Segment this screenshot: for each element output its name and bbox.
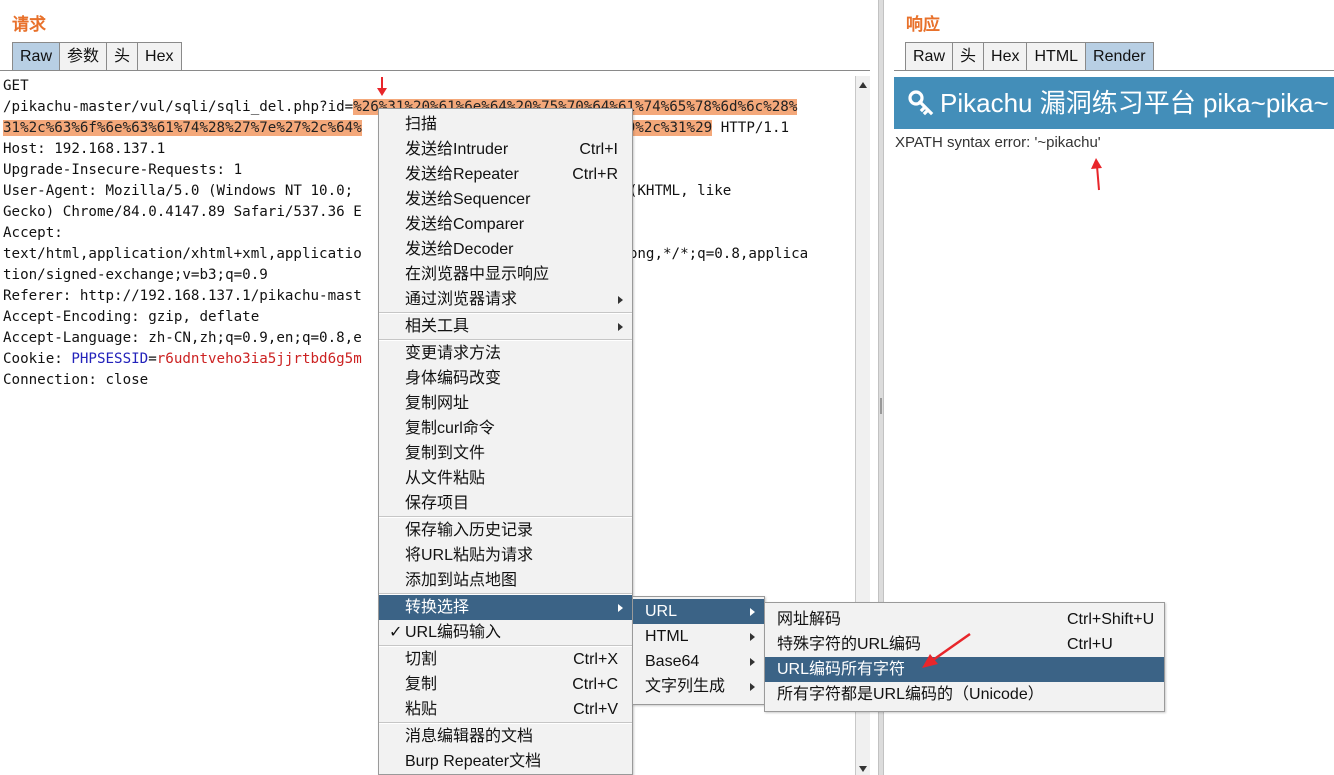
request-line-host: Host: 192.168.137.1 xyxy=(3,141,166,157)
menu-item-repeater-docs[interactable]: Burp Repeater文档 xyxy=(379,749,632,774)
request-tab-underline xyxy=(0,70,870,71)
banner-title: Pikachu 漏洞练习平台 pika~pika~ xyxy=(940,88,1329,118)
response-tab-render[interactable]: Render xyxy=(1085,42,1154,71)
url-item-encode-all-unicode[interactable]: 所有字符都是URL编码的（Unicode） xyxy=(765,682,1164,707)
menu-item-send-repeater[interactable]: 发送给Repeater Ctrl+R xyxy=(379,162,632,187)
scroll-up-icon[interactable] xyxy=(859,82,867,88)
chevron-right-icon xyxy=(750,608,755,616)
menu-item-url-encode-as-type[interactable]: ✓ URL编码输入 xyxy=(379,620,632,645)
menu-item-paste-url-as-request[interactable]: 将URL粘贴为请求 xyxy=(379,543,632,568)
menu-item-copy[interactable]: 复制 Ctrl+C xyxy=(379,672,632,697)
response-tab-headers[interactable]: 头 xyxy=(952,42,985,71)
render-banner: Pikachu 漏洞练习平台 pika~pika~ xyxy=(894,77,1334,129)
convert-submenu: URL HTML Base64 文字列生成 xyxy=(632,596,765,705)
url-item-decode[interactable]: 网址解码 Ctrl+Shift+U xyxy=(765,607,1164,632)
submenu-item-construct-string[interactable]: 文字列生成 xyxy=(633,674,764,699)
chevron-right-icon xyxy=(618,604,623,612)
request-line-gecko: Gecko) Chrome/84.0.4147.89 Safari/537.36… xyxy=(3,204,362,220)
chevron-right-icon xyxy=(618,323,623,331)
menu-item-save-item[interactable]: 保存项目 xyxy=(379,491,632,516)
response-tab-raw[interactable]: Raw xyxy=(905,42,954,71)
chevron-right-icon xyxy=(750,683,755,691)
annotation-arrow-request xyxy=(377,77,387,96)
request-line-accept: Accept: xyxy=(3,225,63,241)
menu-item-paste[interactable]: 粘贴 Ctrl+V xyxy=(379,697,632,722)
request-line-upgrade: Upgrade-Insecure-Requests: 1 xyxy=(3,162,243,178)
key-icon xyxy=(908,90,934,116)
menu-item-copy-to-file[interactable]: 复制到文件 xyxy=(379,441,632,466)
menu-item-show-in-browser[interactable]: 在浏览器中显示响应 xyxy=(379,262,632,287)
annotation-arrow-response xyxy=(1091,158,1102,191)
response-pane-title: 响应 xyxy=(906,15,940,35)
request-tabs: Raw 参数 头 Hex xyxy=(12,42,182,71)
submenu-item-html[interactable]: HTML xyxy=(633,624,764,649)
response-tab-html[interactable]: HTML xyxy=(1026,42,1087,71)
request-tab-raw[interactable]: Raw xyxy=(12,42,61,71)
request-line-connection: Connection: close xyxy=(3,372,149,388)
menu-item-change-method[interactable]: 变更请求方法 xyxy=(379,341,632,366)
menu-item-save-history[interactable]: 保存输入历史记录 xyxy=(379,518,632,543)
submenu-item-url[interactable]: URL xyxy=(633,599,764,624)
request-line-referer: Referer: http://192.168.137.1/pikachu-ma… xyxy=(3,288,362,304)
checkmark-icon: ✓ xyxy=(389,624,403,641)
request-line-encoding: Accept-Encoding: gzip, deflate xyxy=(3,309,260,325)
menu-item-paste-from-file[interactable]: 从文件粘贴 xyxy=(379,466,632,491)
menu-item-copy-url[interactable]: 复制网址 xyxy=(379,391,632,416)
chevron-right-icon xyxy=(618,296,623,304)
menu-item-send-sequencer[interactable]: 发送给Sequencer xyxy=(379,187,632,212)
request-line-language: Accept-Language: zh-CN,zh;q=0.9,en;q=0.8… xyxy=(3,330,362,346)
menu-item-cut[interactable]: 切割 Ctrl+X xyxy=(379,647,632,672)
response-tab-underline xyxy=(894,70,1334,71)
response-tabs: Raw 头 Hex HTML Render xyxy=(905,42,1154,71)
context-menu: 扫描 发送给Intruder Ctrl+I 发送给Repeater Ctrl+R 发… xyxy=(378,108,633,775)
menu-item-send-decoder[interactable]: 发送给Decoder xyxy=(379,237,632,262)
splitter-grip-icon[interactable] xyxy=(880,398,882,414)
request-tab-headers[interactable]: 头 xyxy=(106,42,139,71)
menu-item-add-to-sitemap[interactable]: 添加到站点地图 xyxy=(379,568,632,593)
request-line-accept-cont: tion/signed-exchange;v=b3;q=0.9 xyxy=(3,267,268,283)
menu-item-engagement-tools[interactable]: 相关工具 xyxy=(379,314,632,339)
scroll-down-icon[interactable] xyxy=(859,766,867,772)
menu-item-copy-curl[interactable]: 复制curl命令 xyxy=(379,416,632,441)
request-tab-params[interactable]: 参数 xyxy=(59,42,108,71)
response-tab-hex[interactable]: Hex xyxy=(983,42,1028,71)
menu-item-send-intruder[interactable]: 发送给Intruder Ctrl+I xyxy=(379,137,632,162)
request-line-1: GET xyxy=(3,78,29,94)
request-tab-hex[interactable]: Hex xyxy=(137,42,182,71)
menu-item-scan[interactable]: 扫描 xyxy=(379,112,632,137)
menu-item-send-comparer[interactable]: 发送给Comparer xyxy=(379,212,632,237)
menu-item-change-encoding[interactable]: 身体编码改变 xyxy=(379,366,632,391)
chevron-right-icon xyxy=(750,633,755,641)
menu-item-convert-selection[interactable]: 转换选择 xyxy=(379,595,632,620)
xpath-error-message: XPATH syntax error: '~pikachu' xyxy=(895,134,1101,151)
request-line-cookie: Cookie: PHPSESSID=r6udntveho3ia5jjrtbd6g… xyxy=(3,351,362,367)
menu-item-editor-docs[interactable]: 消息编辑器的文档 xyxy=(379,724,632,749)
submenu-item-base64[interactable]: Base64 xyxy=(633,649,764,674)
request-pane-title: 请求 xyxy=(12,15,46,35)
chevron-right-icon xyxy=(750,658,755,666)
menu-item-request-in-browser[interactable]: 通过浏览器请求 xyxy=(379,287,632,312)
annotation-arrow-menu xyxy=(922,632,971,668)
